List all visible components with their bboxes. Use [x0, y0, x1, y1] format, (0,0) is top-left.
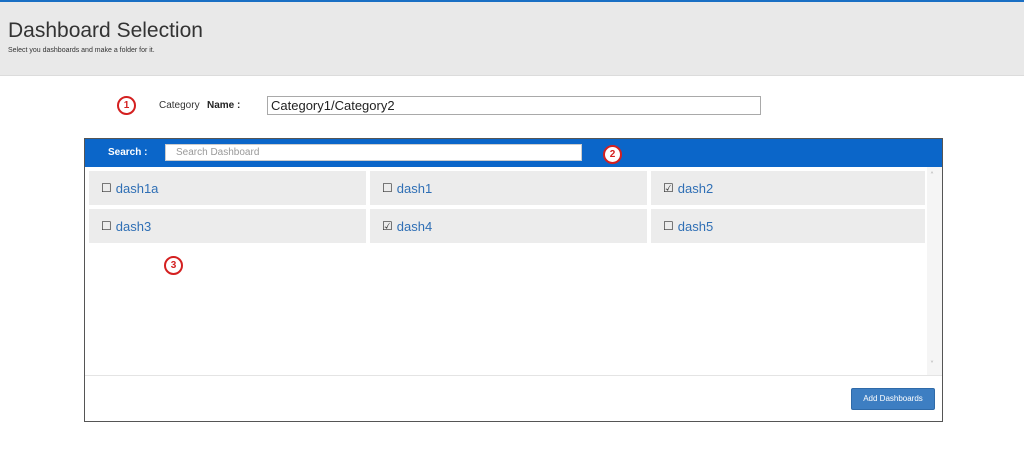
dashboard-link[interactable]: dash4: [397, 219, 432, 234]
checkbox-icon[interactable]: ☑: [382, 219, 393, 233]
scroll-up-arrow-icon[interactable]: ˄: [930, 171, 934, 180]
page-header: Dashboard Selection Select you dashboard…: [0, 2, 1024, 76]
search-input[interactable]: [165, 144, 582, 161]
dashboard-link[interactable]: dash1: [397, 181, 432, 196]
search-bar: Search :: [85, 139, 942, 167]
checkbox-icon[interactable]: ☐: [101, 181, 112, 195]
checkbox-icon[interactable]: ☐: [663, 219, 674, 233]
dashboard-tile-dash5[interactable]: ☐ dash5: [651, 209, 925, 243]
checkbox-icon[interactable]: ☑: [663, 181, 674, 195]
dashboard-tile-dash3[interactable]: ☐ dash3: [89, 209, 366, 243]
scroll-down-arrow-icon[interactable]: ˅: [930, 360, 934, 369]
dashboard-link[interactable]: dash2: [678, 181, 713, 196]
category-label: Category: [159, 100, 200, 111]
dashboard-tile-dash4[interactable]: ☑ dash4: [370, 209, 647, 243]
grid-scrollbar[interactable]: ˄ ˅: [927, 167, 942, 375]
dashboard-tile-dash1a[interactable]: ☐ dash1a: [89, 171, 366, 205]
add-dashboards-button[interactable]: Add Dashboards: [851, 388, 935, 410]
annotation-marker-2: 2: [603, 145, 622, 164]
dashboard-grid: ☐ dash1a ☐ dash1 ☑ dash2 ☐ dash3 ☑ dash4…: [85, 167, 942, 375]
page-subtitle: Select you dashboards and make a folder …: [8, 47, 155, 54]
dashboard-panel: Search : ☐ dash1a ☐ dash1 ☑ dash2 ☐ dash…: [84, 138, 943, 422]
name-label: Name :: [207, 100, 241, 111]
dashboard-tile-dash2[interactable]: ☑ dash2: [651, 171, 925, 205]
page-title: Dashboard Selection: [8, 19, 203, 42]
category-name-input[interactable]: [267, 96, 761, 115]
checkbox-icon[interactable]: ☐: [101, 219, 112, 233]
annotation-marker-1: 1: [117, 96, 136, 115]
search-label: Search :: [108, 147, 148, 158]
annotation-marker-3: 3: [164, 256, 183, 275]
dashboard-link[interactable]: dash1a: [116, 181, 159, 196]
panel-footer-divider: [85, 375, 942, 376]
checkbox-icon[interactable]: ☐: [382, 181, 393, 195]
dashboard-link[interactable]: dash5: [678, 219, 713, 234]
dashboard-tile-dash1[interactable]: ☐ dash1: [370, 171, 647, 205]
dashboard-link[interactable]: dash3: [116, 219, 151, 234]
